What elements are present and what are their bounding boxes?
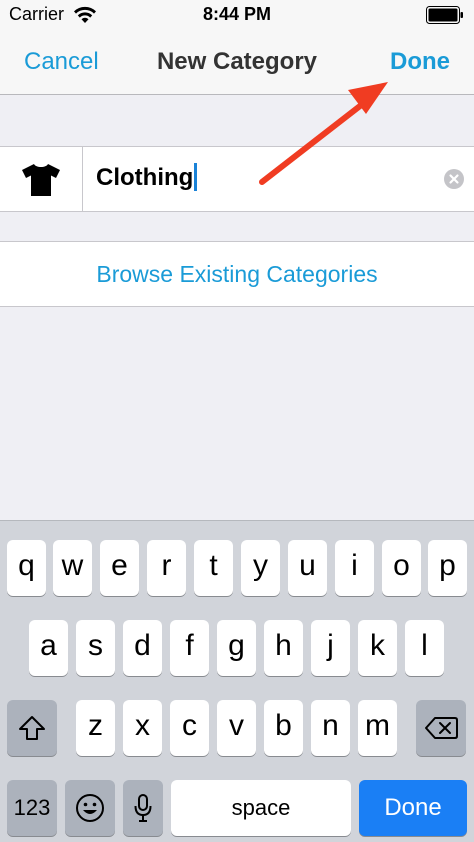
numbers-key[interactable]: 123	[7, 780, 57, 836]
dictation-key[interactable]	[123, 780, 163, 836]
category-name-row: Clothing	[0, 146, 474, 212]
key-c[interactable]: c	[170, 700, 209, 756]
key-u[interactable]: u	[288, 540, 327, 596]
status-time: 8:44 PM	[202, 4, 272, 24]
category-icon-button[interactable]	[0, 147, 83, 211]
navigation-bar: Cancel New Category Done	[0, 30, 474, 95]
key-r[interactable]: r	[147, 540, 186, 596]
text-caret	[194, 162, 198, 191]
key-i[interactable]: i	[335, 540, 374, 596]
battery-icon	[426, 6, 463, 24]
clear-icon	[449, 174, 459, 184]
key-t[interactable]: t	[194, 540, 233, 596]
clear-text-button[interactable]	[444, 169, 464, 189]
key-f[interactable]: f	[170, 620, 209, 676]
category-name-value: Clothing	[96, 164, 194, 191]
emoji-icon	[76, 794, 104, 822]
key-d[interactable]: d	[123, 620, 162, 676]
keyboard: q w e r t y u i o p a s d f g h j k l z …	[0, 520, 474, 842]
key-k[interactable]: k	[358, 620, 397, 676]
key-q[interactable]: q	[7, 540, 46, 596]
key-y[interactable]: y	[241, 540, 280, 596]
key-v[interactable]: v	[217, 700, 256, 756]
key-j[interactable]: j	[311, 620, 350, 676]
key-z[interactable]: z	[76, 700, 115, 756]
delete-key[interactable]	[416, 700, 466, 756]
space-key[interactable]: space	[171, 780, 351, 836]
key-n[interactable]: n	[311, 700, 350, 756]
key-g[interactable]: g	[217, 620, 256, 676]
emoji-key[interactable]	[65, 780, 115, 836]
status-bar: Carrier 8:44 PM	[0, 0, 474, 30]
key-p[interactable]: p	[428, 540, 467, 596]
keyboard-done-key[interactable]: Done	[359, 780, 467, 836]
key-l[interactable]: l	[405, 620, 444, 676]
browse-categories-row[interactable]: Browse Existing Categories	[0, 241, 474, 307]
done-button[interactable]: Done	[390, 48, 450, 76]
key-s[interactable]: s	[76, 620, 115, 676]
browse-categories-link[interactable]: Browse Existing Categories	[0, 261, 474, 288]
key-e[interactable]: e	[100, 540, 139, 596]
key-w[interactable]: w	[53, 540, 92, 596]
key-h[interactable]: h	[264, 620, 303, 676]
shift-key[interactable]	[7, 700, 57, 756]
key-a[interactable]: a	[29, 620, 68, 676]
key-x[interactable]: x	[123, 700, 162, 756]
key-b[interactable]: b	[264, 700, 303, 756]
backspace-icon	[425, 717, 458, 739]
category-name-input[interactable]: Clothing	[96, 161, 198, 195]
key-m[interactable]: m	[358, 700, 397, 756]
key-o[interactable]: o	[382, 540, 421, 596]
tshirt-icon	[22, 164, 60, 196]
microphone-icon	[134, 794, 152, 822]
shift-icon	[19, 716, 45, 740]
